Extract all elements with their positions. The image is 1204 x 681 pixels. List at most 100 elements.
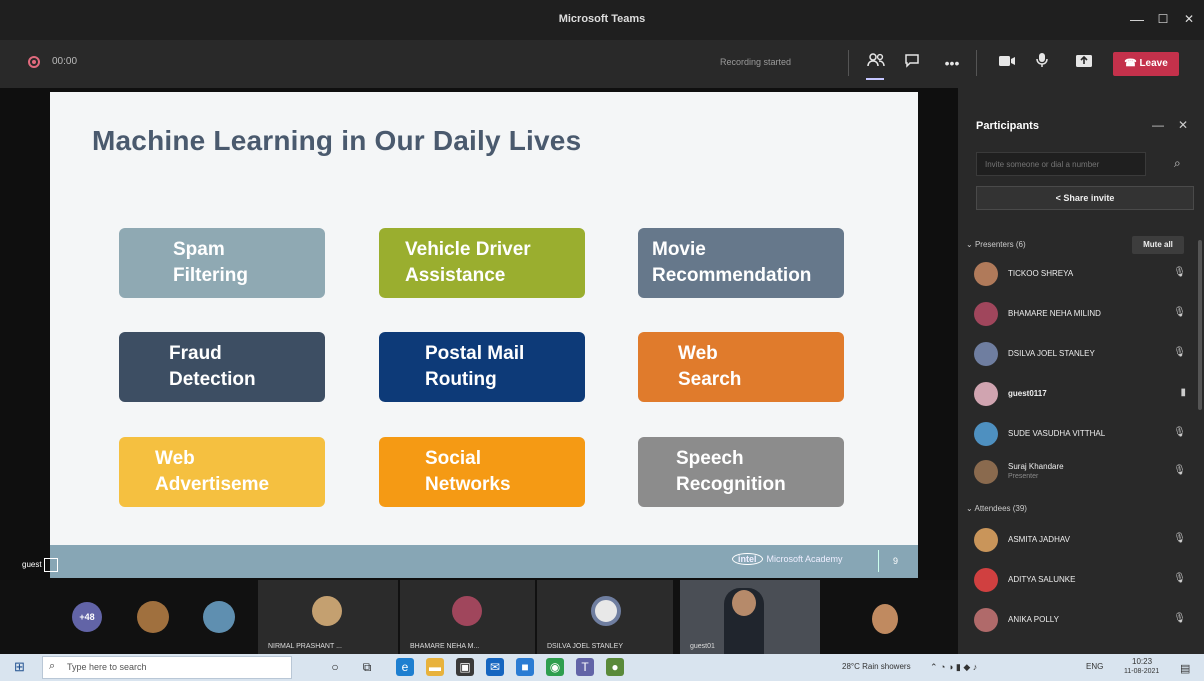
teams-icon[interactable]: T	[576, 658, 594, 676]
mic-off-icon: 🎙	[1173, 573, 1186, 584]
video-tile[interactable]: NIRMAL PRASHANT ...	[258, 580, 398, 654]
chevron-down-icon: ⌄	[966, 504, 973, 513]
slide-card: Postal Mail Routing	[379, 332, 585, 402]
card-line: Recognition	[676, 474, 786, 495]
intel-logo: intel Microsoft Academy	[732, 553, 862, 571]
participant-name: ADITYA SALUNKE	[1008, 575, 1076, 584]
mail-icon[interactable]: ✉	[486, 658, 504, 676]
system-tray-icons[interactable]: ⌃ ◔ ◑ ▮ ◆ ♪	[930, 662, 977, 673]
more-participants-avatar[interactable]: +48	[72, 602, 102, 632]
clock-time[interactable]: 10:23	[1132, 657, 1152, 666]
app-icon[interactable]: ●	[606, 658, 624, 676]
invite-input[interactable]	[976, 152, 1146, 176]
weather-widget[interactable]: 28°C Rain showers	[842, 662, 911, 671]
toolbar-divider	[976, 50, 977, 76]
card-line: Recommendation	[652, 265, 812, 286]
participant-row[interactable]: ADITYA SALUNKE 🎙	[968, 564, 1190, 598]
share-icon: <	[1055, 193, 1061, 203]
avatar	[974, 608, 998, 632]
share-icon[interactable]	[1072, 52, 1096, 74]
mic-off-icon: 🎙	[1173, 533, 1186, 544]
participant-row[interactable]: BHAMARE NEHA MILIND 🎙	[968, 298, 1190, 332]
panel-title: Participants	[976, 120, 1039, 132]
tile-name: NIRMAL PRASHANT ...	[268, 643, 342, 650]
people-icon[interactable]	[864, 52, 888, 74]
mic-icon[interactable]	[1030, 52, 1054, 74]
file-explorer-icon[interactable]: ▬	[426, 658, 444, 676]
presenters-label: Presenters (6)	[974, 240, 1026, 249]
meeting-timer: 00:00	[52, 56, 78, 67]
avatar	[974, 302, 998, 326]
video-tile[interactable]: DSILVA JOEL STANLEY	[537, 580, 673, 654]
participant-row[interactable]: DSILVA JOEL STANLEY 🎙	[968, 338, 1190, 372]
minimize-button[interactable]: —	[1126, 10, 1148, 28]
close-icon[interactable]: ✕	[1178, 118, 1188, 132]
participant-row[interactable]: guest0117 ▮	[968, 378, 1190, 412]
presenters-section-label[interactable]: ⌄ Presenters (6)	[966, 240, 1026, 249]
more-icon[interactable]: •••	[940, 52, 964, 74]
card-line: Web	[678, 343, 718, 364]
close-button[interactable]: ✕	[1178, 10, 1200, 28]
participant-name: ASMITA JADHAV	[1008, 535, 1070, 544]
tile-name: guest01	[690, 643, 715, 650]
cortana-icon[interactable]: ○	[326, 658, 344, 676]
card-line: Filtering	[173, 265, 248, 286]
camera-icon[interactable]	[995, 52, 1019, 74]
mute-all-button[interactable]: Mute all	[1132, 236, 1184, 254]
panel-scrollbar[interactable]	[1198, 240, 1202, 410]
attendees-section-label[interactable]: ⌄ Attendees (39)	[966, 504, 1027, 513]
slide-card: Web Search	[638, 332, 844, 402]
leave-button[interactable]: ☎ Leave	[1113, 52, 1179, 76]
participant-row[interactable]: ANIKA POLLY 🎙	[968, 604, 1190, 638]
footer-divider	[878, 550, 879, 572]
store-icon[interactable]: ▣	[456, 658, 474, 676]
mic-off-icon: 🎙	[1173, 427, 1186, 438]
card-line: Detection	[169, 369, 256, 390]
task-view-icon[interactable]: ⧉	[358, 658, 376, 676]
avatar	[974, 342, 998, 366]
chat-icon[interactable]	[900, 52, 924, 74]
participant-name: DSILVA JOEL STANLEY	[1008, 349, 1095, 358]
avatar	[452, 596, 482, 626]
avatar[interactable]	[872, 604, 898, 634]
avatar	[312, 596, 342, 626]
card-line: Social	[425, 448, 481, 469]
tile-name: BHAMARE NEHA M...	[410, 643, 480, 650]
language-indicator[interactable]: ENG	[1086, 662, 1103, 671]
chrome-icon[interactable]: ◉	[546, 658, 564, 676]
card-line: Advertiseme	[155, 474, 270, 495]
slide-card: Spam Filtering	[119, 228, 325, 298]
windows-start-icon[interactable]: ⊞	[14, 660, 28, 674]
participant-row[interactable]: SUDE VASUDHA VITTHAL 🎙	[968, 418, 1190, 452]
presenter-tag: guest	[22, 558, 58, 572]
app-icon[interactable]: ■	[516, 658, 534, 676]
card-line: Web	[155, 448, 195, 469]
slide-title: Machine Learning in Our Daily Lives	[92, 125, 582, 156]
video-tile[interactable]: guest01	[680, 580, 820, 654]
card-line: Postal Mail	[425, 343, 525, 364]
video-tile[interactable]: BHAMARE NEHA M...	[400, 580, 535, 654]
search-icon[interactable]: ⌕	[1174, 156, 1181, 171]
minimize-panel-icon[interactable]: —	[1152, 118, 1164, 132]
taskbar-search-box[interactable]: ⌕ Type here to search	[42, 656, 292, 679]
avatar	[974, 568, 998, 592]
avatar[interactable]	[137, 601, 169, 633]
notification-icon[interactable]: ▤	[1180, 662, 1190, 675]
slide-page-number: 9	[893, 556, 899, 566]
participant-role: Presenter	[1008, 473, 1039, 480]
card-line: Fraud	[169, 343, 222, 364]
participant-row[interactable]: TICKOO SHREYA 🎙	[968, 258, 1190, 292]
share-invite-label: Share invite	[1063, 193, 1115, 203]
mic-off-icon: 🎙	[1173, 347, 1186, 358]
share-invite-button[interactable]: < Share invite	[976, 186, 1194, 210]
clock-date[interactable]: 11-08-2021	[1124, 668, 1159, 675]
participant-row[interactable]: Suraj Khandare Presenter 🎙	[968, 456, 1190, 490]
footer-text: Microsoft Academy	[766, 554, 843, 564]
avatar[interactable]	[203, 601, 235, 633]
maximize-button[interactable]: ☐	[1152, 10, 1174, 28]
edge-icon[interactable]: e	[396, 658, 414, 676]
participant-row[interactable]: ASMITA JADHAV 🎙	[968, 524, 1190, 558]
slide-card: Web Advertiseme	[119, 437, 325, 507]
card-line: Vehicle Driver	[405, 239, 531, 260]
card-line: Search	[678, 369, 742, 390]
